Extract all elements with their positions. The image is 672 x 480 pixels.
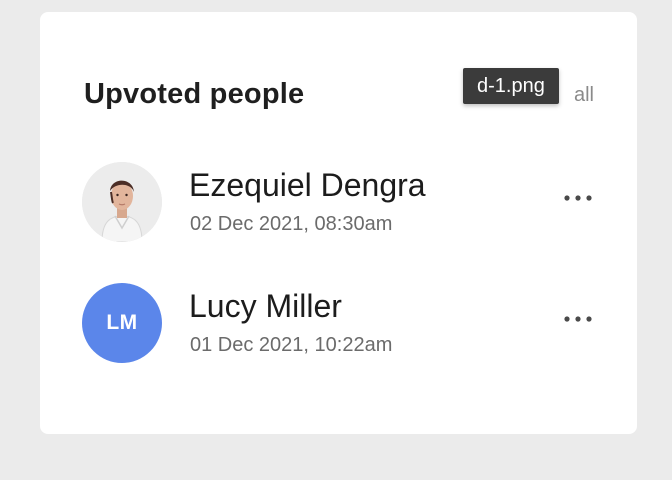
more-horizontal-icon (564, 195, 592, 201)
upvote-timestamp: 02 Dec 2021, 08:30am (190, 213, 393, 235)
card-title: Upvoted people (84, 78, 305, 110)
person-row: LM Lucy Miller 01 Dec 2021, 10:22am (82, 283, 598, 363)
more-options-button[interactable] (558, 184, 598, 212)
upvote-timestamp: 01 Dec 2021, 10:22am (190, 334, 393, 356)
person-name: Ezequiel Dengra (189, 167, 426, 203)
person-name: Lucy Miller (189, 288, 342, 324)
see-all-link[interactable]: all (574, 84, 594, 107)
avatar[interactable] (82, 162, 162, 242)
filename-tooltip: d-1.png (463, 68, 559, 104)
avatar-photo-icon (82, 162, 162, 242)
person-row: Ezequiel Dengra 02 Dec 2021, 08:30am (82, 162, 598, 242)
more-options-button[interactable] (558, 305, 598, 333)
more-horizontal-icon (564, 316, 592, 322)
avatar[interactable]: LM (82, 283, 162, 363)
upvoted-people-card: Upvoted people all d-1.png Ezequiel Deng… (40, 12, 637, 434)
